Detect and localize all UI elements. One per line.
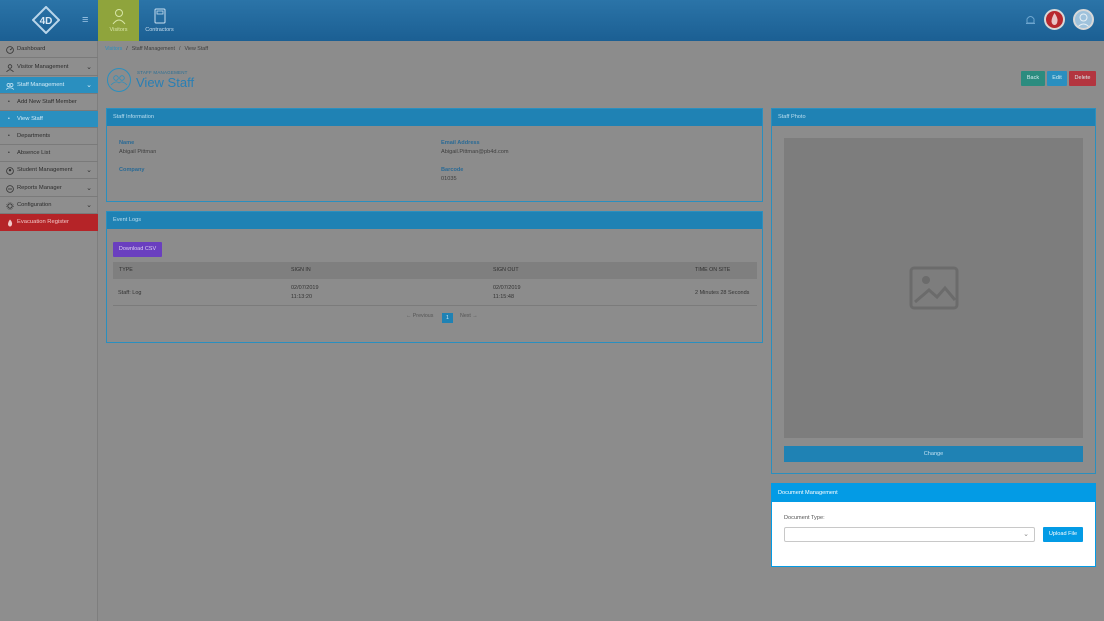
staff-management-icon — [107, 68, 131, 92]
edit-button[interactable]: Edit — [1047, 71, 1067, 86]
change-photo-button[interactable]: Change — [784, 446, 1083, 462]
staff-information-panel: Staff Information — [106, 108, 763, 202]
gear-icon — [6, 202, 14, 210]
student-icon — [6, 167, 14, 175]
document-management-panel: Document Management Document Type: ⌄ Upl… — [771, 483, 1096, 567]
barcode-value: 01035 — [441, 176, 457, 182]
sidebar-item-view-staff[interactable]: View Staff — [0, 111, 98, 128]
sidebar-item-dashboard[interactable]: Dashboard — [0, 41, 98, 58]
download-csv-button[interactable]: Download CSV — [113, 242, 162, 257]
pagination-next[interactable]: Next → — [460, 313, 478, 319]
person-icon — [6, 64, 14, 72]
breadcrumb: Visitors / Staff Management / View Staff — [105, 46, 209, 52]
logo-4d[interactable]: 4D — [32, 6, 60, 34]
name-label: Name — [119, 140, 135, 146]
chevron-down-icon: ⌄ — [86, 167, 92, 174]
avatar-icon — [1076, 13, 1091, 28]
svg-text:4D: 4D — [40, 16, 53, 27]
breadcrumb-link-visitors[interactable]: Visitors — [105, 46, 122, 52]
sidebar-item-staff-management[interactable]: Staff Management ⌄ — [0, 77, 98, 94]
column-header[interactable]: TYPE — [119, 267, 133, 273]
tab-visitors[interactable]: Visitors — [98, 0, 139, 41]
company-label: Company — [119, 167, 145, 173]
sidebar-item-label: Reports Manager — [17, 185, 62, 191]
chevron-down-icon: ⌄ — [86, 185, 92, 192]
cell-sign-out-date: 02/07/2019 — [493, 285, 521, 291]
sidebar-item-label: View Staff — [17, 116, 43, 122]
cell-sign-in-time: 11:13:20 — [291, 294, 313, 300]
event-logs-table-header: TYPE SIGN IN SIGN OUT TIME ON SITE — [113, 262, 757, 279]
tab-contractors[interactable]: Contractors — [139, 0, 180, 41]
upload-file-button[interactable]: Upload File — [1043, 527, 1083, 542]
menu-icon[interactable]: ≡ — [82, 15, 91, 26]
tab-label: Contractors — [145, 27, 174, 33]
pagination-page-1[interactable]: 1 — [442, 313, 453, 323]
sidebar-item-label: Student Management — [17, 167, 73, 173]
sidebar-item-departments[interactable]: Departments — [0, 128, 98, 145]
pagination-previous[interactable]: ← Previous — [406, 313, 433, 319]
sidebar-item-evacuation-register[interactable]: Evacuation Register — [0, 214, 98, 231]
chevron-down-icon: ⌄ — [86, 202, 92, 209]
delete-button[interactable]: Delete — [1069, 71, 1096, 86]
cell-sign-in-date: 02/07/2019 — [291, 285, 319, 291]
column-header[interactable]: SIGN OUT — [493, 267, 519, 273]
dashboard-icon — [6, 46, 14, 54]
sidebar-item-label: Visitor Management — [17, 64, 69, 70]
sidebar-item-configuration[interactable]: Configuration ⌄ — [0, 197, 98, 214]
tab-label: Visitors — [109, 27, 128, 33]
cell-time-on-site: 2 Minutes 28 Seconds — [695, 290, 750, 296]
email-value: Abigail.Pittman@pb4d.com — [441, 149, 509, 155]
breadcrumb-link-staff-management[interactable]: Staff Management — [132, 46, 175, 52]
document-icon — [154, 8, 165, 24]
bell-icon[interactable] — [1025, 14, 1036, 26]
chevron-down-icon: ⌄ — [1023, 531, 1029, 538]
user-avatar[interactable] — [1073, 9, 1094, 30]
top-bar: 4D ≡ Visitors Contractors — [0, 0, 1104, 41]
sidebar-item-absence-list[interactable]: Absence List — [0, 145, 98, 162]
fire-icon — [1051, 13, 1058, 25]
sidebar-item-label: Dashboard — [17, 46, 46, 52]
staff-icon — [6, 83, 14, 90]
panel-heading: Document Management — [772, 484, 1095, 502]
panel-heading: Event Logs — [107, 212, 762, 229]
column-header[interactable]: SIGN IN — [291, 267, 311, 273]
email-label: Email Address — [441, 140, 480, 146]
barcode-label: Barcode — [441, 167, 464, 173]
cell-sign-out-time: 11:15:48 — [493, 294, 515, 300]
sidebar-item-visitor-management[interactable]: Visitor Management ⌄ — [0, 59, 98, 76]
panel-heading: Staff Photo — [772, 109, 1095, 126]
chevron-down-icon: ⌄ — [86, 64, 92, 71]
document-type-label: Document Type: — [784, 515, 825, 521]
sidebar-item-label: Evacuation Register — [17, 219, 69, 225]
chevron-down-icon: ⌄ — [86, 82, 92, 89]
sidebar-item-add-new-staff-member[interactable]: Add New Staff Member — [0, 94, 98, 111]
table-row: Staff: Log 02/07/2019 11:13:20 02/07/201… — [113, 279, 757, 306]
panel-heading: Staff Information — [107, 109, 762, 126]
sidebar: Dashboard Visitor Management ⌄ Staff Man… — [0, 41, 98, 621]
sidebar-item-reports-manager[interactable]: Reports Manager ⌄ — [0, 180, 98, 197]
sidebar-item-label: Add New Staff Member — [17, 99, 77, 105]
evacuation-alert-button[interactable] — [1044, 9, 1065, 30]
reports-icon — [6, 185, 14, 193]
person-icon — [112, 9, 125, 25]
back-button[interactable]: Back — [1021, 71, 1045, 86]
column-header[interactable]: TIME ON SITE — [695, 267, 730, 273]
name-value: Abigail Pittman — [119, 149, 157, 155]
cell-type: Staff: Log — [118, 290, 142, 296]
document-type-select[interactable]: ⌄ — [784, 527, 1035, 542]
page-title: View Staff — [136, 75, 195, 90]
fire-icon — [8, 219, 13, 227]
sidebar-item-label: Departments — [17, 133, 51, 139]
image-placeholder-icon — [909, 266, 959, 310]
sidebar-item-label: Configuration — [17, 202, 52, 208]
sidebar-item-label: Staff Management — [17, 82, 65, 88]
sidebar-item-label: Absence List — [17, 150, 51, 156]
breadcrumb-current: View Staff — [184, 46, 209, 52]
sidebar-item-student-management[interactable]: Student Management ⌄ — [0, 162, 98, 179]
